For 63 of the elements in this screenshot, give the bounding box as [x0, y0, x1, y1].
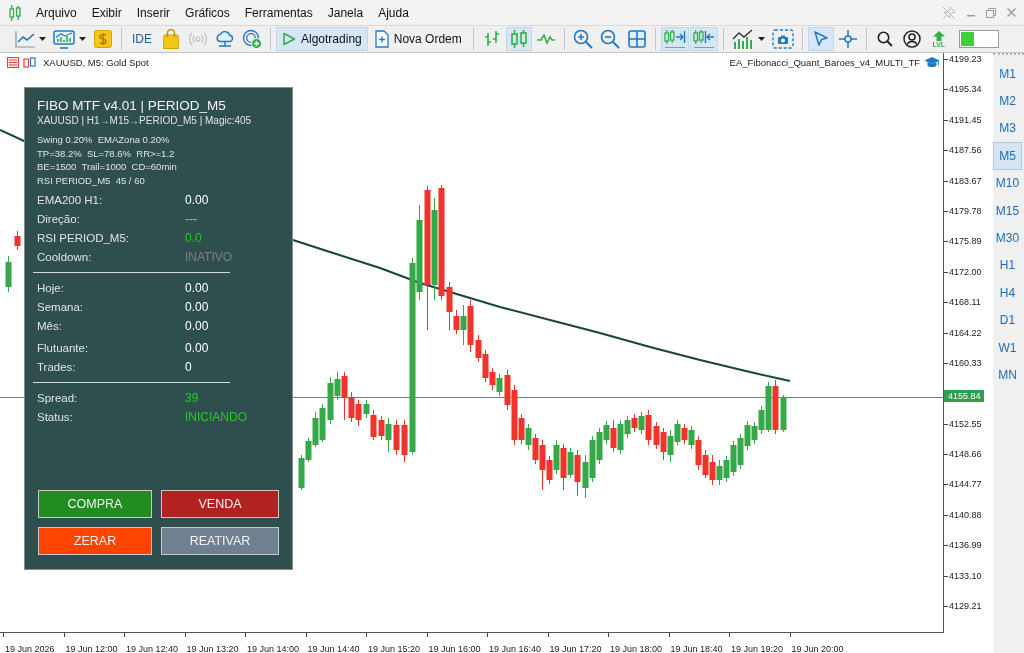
caret-icon: [79, 37, 86, 41]
timeframe-button[interactable]: M30: [993, 224, 1022, 252]
time-label: 19 Jun 18:00: [610, 644, 663, 653]
current-price-label: 4155.84: [944, 390, 984, 403]
app-logo-icon: [9, 4, 21, 21]
price-label: 4172.00: [949, 265, 982, 278]
time-label: 19 Jun 14:00: [247, 644, 300, 653]
timeframe-button[interactable]: W1: [993, 333, 1022, 362]
timeframe-button[interactable]: M15: [993, 196, 1022, 225]
price-label: 4152.55: [949, 417, 982, 430]
time-label: 19 Jun 14:40: [307, 644, 360, 653]
price-label: 4129.21: [949, 600, 982, 613]
price-label: 4148.66: [949, 448, 982, 461]
menu-item[interactable]: Gráficos: [179, 3, 236, 22]
time-label: 19 Jun 18:40: [670, 644, 723, 653]
menu-item[interactable]: Arquivo: [30, 3, 83, 22]
menu-item[interactable]: Ajuda: [372, 3, 415, 22]
time-label: 19 Jun 17:20: [549, 644, 602, 653]
price-label: 4136.99: [949, 539, 982, 552]
time-label: 19 Jun 12:00: [65, 644, 118, 653]
new-order-button[interactable]: Nova Ordem: [368, 27, 468, 51]
price-label: 4140.88: [949, 508, 982, 521]
price-label: 4144.77: [949, 478, 982, 491]
caret-icon: [757, 37, 765, 41]
timeframe-button[interactable]: M10: [993, 169, 1022, 197]
timeframe-button[interactable]: MN: [993, 361, 1022, 389]
timeframe-button[interactable]: M2: [993, 87, 1022, 115]
price-label: 4187.56: [949, 144, 982, 157]
time-label: 19 Jun 13:20: [186, 644, 239, 653]
price-label: 4168.11: [949, 296, 981, 309]
timeframe-button[interactable]: M1: [993, 60, 1022, 88]
menu-item[interactable]: Exibir: [85, 3, 128, 22]
time-label: 19 Jun 12:40: [126, 644, 179, 653]
time-label: 19 Jun 16:00: [428, 644, 481, 653]
timeframe-button[interactable]: H4: [993, 279, 1022, 307]
price-label: 4160.33: [949, 356, 982, 369]
menu-item[interactable]: Janela: [321, 3, 370, 22]
time-label: 19 Jun 20:00: [791, 644, 844, 653]
price-label: 4199.23: [949, 53, 982, 65]
time-label: 19 Jun 15:20: [368, 644, 421, 653]
price-label: 4183.67: [949, 174, 982, 187]
price-label: 4191.45: [949, 113, 982, 126]
timeframe-button[interactable]: M5: [993, 142, 1022, 170]
time-label: 19 Jun 16:40: [489, 644, 542, 653]
menu-item[interactable]: Inserir: [130, 3, 177, 22]
timeframe-button[interactable]: M3: [993, 114, 1022, 143]
monitor-chart-button[interactable]: [50, 27, 89, 51]
price-label: 4175.89: [949, 235, 982, 248]
timeframe-button[interactable]: H1: [993, 251, 1022, 280]
connection-bar-icon: [958, 30, 999, 48]
price-label: 4164.22: [949, 326, 982, 339]
price-label: 4179.78: [949, 204, 982, 217]
time-label: 19 Jun 2026: [5, 644, 55, 653]
price-label: 4133.10: [949, 569, 982, 582]
restore-icon[interactable]: [986, 7, 996, 18]
time-label: 19 Jun 19:20: [731, 644, 784, 653]
menu-item[interactable]: Ferramentas: [238, 3, 319, 22]
caret-icon: [39, 37, 46, 41]
price-label: 4195.34: [949, 83, 982, 96]
timeframe-button[interactable]: D1: [993, 306, 1022, 334]
ide-button[interactable]: IDE: [127, 27, 157, 51]
close-icon[interactable]: [1007, 8, 1016, 17]
algotrading-button[interactable]: Algotrading: [276, 27, 368, 51]
